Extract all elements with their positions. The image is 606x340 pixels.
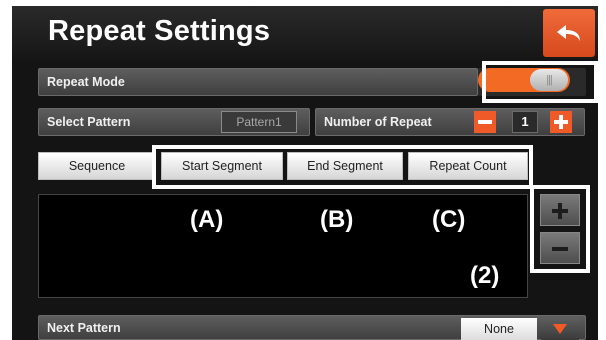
highlight-segment-tabs xyxy=(152,145,533,189)
repeat-mode-row: Repeat Mode xyxy=(38,68,478,96)
select-pattern-label: Select Pattern xyxy=(47,115,131,129)
label-2: (2) xyxy=(470,262,500,289)
next-pattern-dropdown-button[interactable] xyxy=(541,318,579,340)
triangle-down-icon xyxy=(553,324,567,334)
header-bar: Repeat Settings xyxy=(12,6,598,60)
tab-sequence[interactable]: Sequence xyxy=(38,152,156,180)
back-button[interactable] xyxy=(543,9,595,57)
label-c: (C) xyxy=(432,206,466,233)
next-pattern-label: Next Pattern xyxy=(47,321,121,335)
plus-icon xyxy=(554,115,568,129)
next-pattern-value[interactable]: None xyxy=(461,318,537,340)
page-title: Repeat Settings xyxy=(48,15,271,47)
label-a: (A) xyxy=(190,206,224,233)
minus-icon xyxy=(478,120,492,124)
pattern-field[interactable]: Pattern1 xyxy=(221,111,297,133)
repeat-count-value[interactable]: 1 xyxy=(512,111,538,133)
back-arrow-icon xyxy=(557,25,580,41)
number-of-repeat-label: Number of Repeat xyxy=(324,115,432,129)
label-b: (B) xyxy=(320,206,354,233)
increment-button[interactable] xyxy=(550,111,572,133)
decrement-button[interactable] xyxy=(474,111,496,133)
number-of-repeat-row: Number of Repeat xyxy=(315,108,585,136)
highlight-side-buttons xyxy=(530,185,590,273)
highlight-toggle xyxy=(482,61,598,103)
repeat-mode-label: Repeat Mode xyxy=(47,75,125,89)
